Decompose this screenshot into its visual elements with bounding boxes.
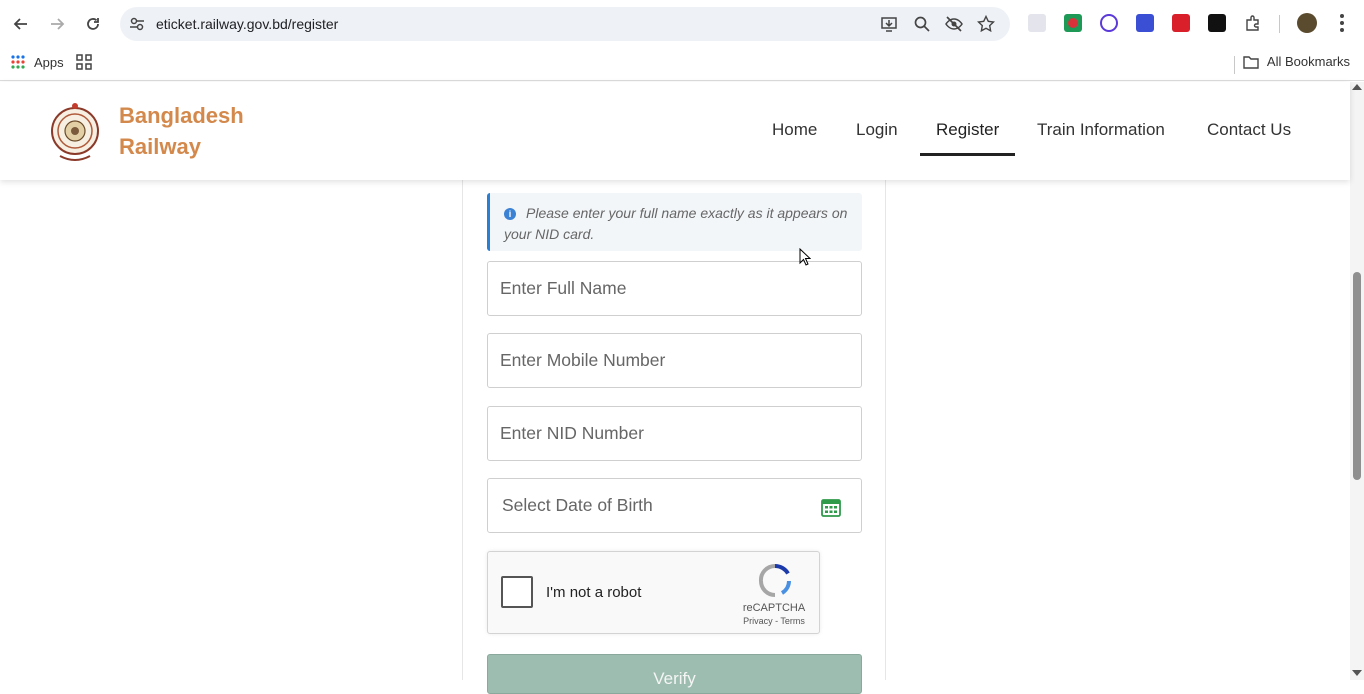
full-name-input[interactable] bbox=[488, 262, 861, 315]
forward-icon[interactable] bbox=[45, 12, 69, 36]
brand-name[interactable]: Bangladesh Railway bbox=[119, 100, 244, 162]
calendar-icon[interactable] bbox=[821, 497, 841, 517]
extension-icon[interactable] bbox=[1064, 14, 1082, 32]
info-icon: i bbox=[504, 208, 516, 220]
bookmark-apps-label: Apps bbox=[34, 54, 64, 70]
menu-kebab-icon[interactable] bbox=[1340, 14, 1344, 32]
address-bar[interactable]: eticket.railway.gov.bd/register bbox=[120, 7, 1010, 41]
mouse-cursor-icon bbox=[799, 248, 811, 266]
nav-home[interactable]: Home bbox=[772, 120, 817, 140]
mobile-number-input[interactable] bbox=[488, 334, 861, 387]
extension-icon[interactable] bbox=[1028, 14, 1046, 32]
page-scrollbar[interactable] bbox=[1350, 82, 1364, 680]
recaptcha-checkbox[interactable] bbox=[501, 576, 533, 608]
brand-line-1: Bangladesh bbox=[119, 103, 244, 128]
extension-icon[interactable] bbox=[1100, 14, 1118, 32]
eye-off-icon[interactable] bbox=[945, 15, 963, 33]
mobile-number-field[interactable] bbox=[487, 333, 862, 388]
nid-number-field[interactable] bbox=[487, 406, 862, 461]
toolbar-divider bbox=[1279, 15, 1280, 33]
extension-icon[interactable] bbox=[1172, 14, 1190, 32]
scroll-thumb[interactable] bbox=[1353, 272, 1361, 480]
recaptcha-privacy-terms[interactable]: Privacy - Terms bbox=[734, 616, 814, 626]
extensions-puzzle-icon[interactable] bbox=[1244, 14, 1262, 32]
tab-groups-icon[interactable] bbox=[76, 54, 92, 70]
apps-grid-icon bbox=[11, 55, 25, 69]
url-text[interactable]: eticket.railway.gov.bd/register bbox=[156, 16, 338, 32]
date-of-birth-field[interactable] bbox=[487, 478, 862, 533]
scroll-up-arrow-icon[interactable] bbox=[1352, 84, 1362, 90]
recaptcha-logo-icon bbox=[758, 563, 791, 597]
all-bookmarks[interactable]: All Bookmarks bbox=[1243, 54, 1350, 69]
bookmark-apps[interactable]: Apps bbox=[10, 54, 64, 70]
site-header: Bangladesh Railway Home Login Register T… bbox=[0, 82, 1350, 180]
nid-name-notice: i Please enter your full name exactly as … bbox=[487, 193, 862, 251]
nav-train-information[interactable]: Train Information bbox=[1037, 120, 1165, 140]
extension-icon[interactable] bbox=[1136, 14, 1154, 32]
notice-text: Please enter your full name exactly as i… bbox=[504, 205, 848, 242]
nid-number-input[interactable] bbox=[488, 407, 861, 460]
bangladesh-railway-logo[interactable] bbox=[50, 100, 100, 164]
nav-contact-us[interactable]: Contact Us bbox=[1207, 120, 1291, 140]
full-name-field[interactable] bbox=[487, 261, 862, 316]
extension-icon[interactable] bbox=[1208, 14, 1226, 32]
brand-line-2: Railway bbox=[119, 134, 201, 159]
back-icon[interactable] bbox=[9, 12, 33, 36]
bookmarks-bar: Apps All Bookmarks bbox=[0, 48, 1364, 81]
reload-icon[interactable] bbox=[81, 12, 105, 36]
scroll-down-arrow-icon[interactable] bbox=[1352, 670, 1362, 676]
recaptcha-widget: I'm not a robot reCAPTCHA Privacy - Term… bbox=[487, 551, 820, 634]
profile-avatar[interactable] bbox=[1297, 13, 1317, 33]
nav-register[interactable]: Register bbox=[936, 120, 999, 140]
browser-toolbar: eticket.railway.gov.bd/register bbox=[0, 0, 1364, 48]
recaptcha-label: I'm not a robot bbox=[546, 584, 642, 601]
bookmarks-divider bbox=[1234, 56, 1235, 74]
zoom-icon[interactable] bbox=[913, 15, 931, 33]
all-bookmarks-label: All Bookmarks bbox=[1266, 54, 1350, 69]
date-of-birth-input[interactable] bbox=[488, 479, 861, 532]
recaptcha-brand: reCAPTCHA bbox=[742, 602, 806, 614]
install-app-icon[interactable] bbox=[880, 15, 898, 33]
bookmark-star-icon[interactable] bbox=[977, 15, 995, 33]
folder-icon bbox=[1243, 55, 1259, 69]
site-info-icon[interactable] bbox=[128, 15, 146, 33]
verify-button[interactable]: Verify bbox=[487, 654, 862, 694]
active-nav-indicator bbox=[920, 153, 1015, 156]
nav-login[interactable]: Login bbox=[856, 120, 898, 140]
